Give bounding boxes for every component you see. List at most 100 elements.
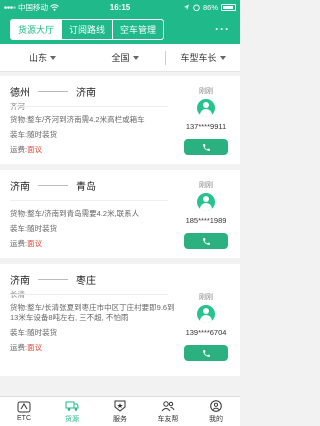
group-icon — [161, 400, 175, 411]
tab-empty-truck-management[interactable]: 空车管理 — [113, 20, 163, 39]
load-label: 装车: — [10, 130, 28, 139]
profile-icon — [210, 399, 222, 412]
load-text: 随时装货 — [27, 328, 58, 337]
contact-panel: 刚刚 137****9911 — [182, 86, 230, 155]
load-info: 装车:随时装货 — [10, 224, 175, 234]
cargo-description: 货物:整车/济南到青岛需要4.2米,联系人 — [10, 209, 175, 219]
phone-number: 139****6704 — [185, 328, 227, 337]
cargo-text: 整车/长清张夏到枣庄市中区丁庄村要即9.6到13米车设备8吨左右, 三不超, 不… — [10, 303, 175, 322]
destination-filter[interactable]: 全国 — [85, 51, 165, 64]
app-header: 货源大厅 订阅路线 空车管理 ··· — [0, 14, 240, 44]
cargo-description: 货物:整车/齐河到济南需4.2米高栏或箱车 — [10, 115, 175, 125]
fee-text: 面议 — [27, 145, 43, 154]
contact-panel: 刚刚 185****1989 — [182, 180, 230, 249]
phone-icon — [202, 349, 210, 357]
more-options-button[interactable]: ··· — [215, 22, 230, 36]
route: 济南 枣庄 — [10, 272, 232, 287]
filter-bar: 山东 全国 车型车长 — [0, 44, 240, 72]
load-label: 装车: — [10, 224, 28, 233]
destination-filter-label: 全国 — [111, 53, 130, 63]
tab-subscribed-routes[interactable]: 订阅路线 — [62, 19, 114, 39]
post-time: 刚刚 — [199, 88, 213, 95]
phone-icon — [202, 237, 210, 245]
chevron-down-icon — [50, 55, 56, 60]
route-arrow — [38, 279, 68, 280]
etc-icon — [17, 401, 31, 413]
bottom-nav: ETC 货源 服务 车友帮 我的 — [0, 396, 240, 426]
nav-label: ETC — [17, 415, 31, 422]
nav-label: 车友帮 — [157, 415, 179, 423]
battery-icon — [221, 3, 236, 11]
fee-info: 运费:面议 — [10, 145, 175, 155]
cargo-text: 整车/齐河到济南需4.2米高栏或箱车 — [27, 115, 145, 124]
phone-number: 137****9911 — [185, 122, 227, 131]
cargo-card[interactable]: 德州 济南 齐河 货物:整车/齐河到济南需4.2米高栏或箱车 装车:随时装货 运… — [0, 76, 240, 164]
wifi-icon — [50, 3, 59, 11]
chevron-down-icon — [219, 55, 226, 60]
post-time: 刚刚 — [199, 294, 213, 301]
load-info: 装车:随时装货 — [10, 130, 175, 140]
fee-label: 运费: — [10, 239, 28, 248]
contact-panel: 刚刚 139****6704 — [182, 292, 230, 361]
nav-label: 货源 — [65, 415, 79, 423]
nav-item-service[interactable]: 服务 — [96, 397, 144, 426]
location-icon — [183, 4, 189, 10]
cargo-description: 货物:整车/长清张夏到枣庄市中区丁庄村要即9.6到13米车设备8吨左右, 三不超… — [10, 303, 175, 323]
divider — [10, 106, 168, 107]
divider — [10, 294, 168, 295]
load-info: 装车:随时装货 — [10, 328, 175, 338]
chevron-down-icon — [132, 55, 139, 60]
call-button[interactable] — [184, 233, 228, 249]
load-text: 随时装货 — [27, 224, 58, 233]
load-text: 随时装货 — [27, 130, 58, 139]
vehicle-filter-label: 车型车长 — [180, 53, 217, 63]
nav-item-community[interactable]: 车友帮 — [144, 397, 192, 426]
origin-filter[interactable]: 山东 — [0, 51, 85, 64]
avatar — [197, 193, 215, 211]
call-button[interactable] — [184, 139, 228, 155]
cargo-card[interactable]: 济南 枣庄 长清 货物:整车/长清张夏到枣庄市中区丁庄村要即9.6到13米车设备… — [0, 264, 240, 376]
segment-tabs: 货源大厅 订阅路线 空车管理 — [10, 18, 165, 40]
nav-label: 服务 — [113, 415, 127, 423]
fee-info: 运费:面议 — [10, 239, 175, 249]
signal-icon — [4, 5, 16, 9]
avatar — [197, 305, 215, 323]
nav-item-profile[interactable]: 我的 — [192, 397, 240, 426]
tab-cargo-hall[interactable]: 货源大厅 — [11, 19, 63, 39]
cargo-card[interactable]: 济南 青岛 货物:整车/济南到青岛需要4.2米,联系人 装车:随时装货 运费:面… — [0, 170, 240, 258]
carrier-name: 中国移动 — [18, 2, 48, 12]
post-time: 刚刚 — [199, 182, 213, 189]
cargo-text: 整车/济南到青岛需要4.2米,联系人 — [27, 209, 140, 218]
fee-text: 面议 — [27, 239, 43, 248]
truck-icon — [65, 401, 79, 411]
divider — [10, 200, 168, 201]
phone-number: 185****1989 — [185, 216, 227, 225]
status-bar: 中国移动 16:15 86% — [0, 0, 240, 14]
route-arrow — [38, 185, 68, 186]
cargo-label: 货物: — [10, 303, 28, 312]
route-arrow — [38, 91, 68, 92]
phone-icon — [202, 143, 210, 151]
avatar — [197, 99, 215, 117]
route-destination: 枣庄 — [76, 276, 96, 287]
route-origin: 德州 — [10, 88, 30, 99]
nav-item-etc[interactable]: ETC — [0, 397, 48, 426]
vehicle-filter[interactable]: 车型车长 — [165, 50, 240, 65]
battery-percent: 86% — [202, 2, 218, 12]
clock: 16:15 — [109, 2, 131, 12]
origin-filter-label: 山东 — [28, 53, 47, 63]
call-button[interactable] — [184, 345, 228, 361]
nav-label: 我的 — [209, 415, 223, 423]
cargo-list: 德州 济南 齐河 货物:整车/齐河到济南需4.2米高栏或箱车 装车:随时装货 运… — [0, 76, 240, 382]
fee-info: 运费:面议 — [10, 343, 175, 353]
fee-label: 运费: — [10, 145, 28, 154]
route-origin: 济南 — [10, 276, 30, 287]
load-label: 装车: — [10, 328, 28, 337]
fee-text: 面议 — [27, 343, 43, 352]
cargo-label: 货物: — [10, 209, 28, 218]
route-origin: 济南 — [10, 182, 30, 193]
cargo-label: 货物: — [10, 115, 28, 124]
nav-item-cargo[interactable]: 货源 — [48, 397, 96, 426]
alarm-icon — [193, 4, 200, 11]
star-shield-icon — [114, 400, 126, 412]
